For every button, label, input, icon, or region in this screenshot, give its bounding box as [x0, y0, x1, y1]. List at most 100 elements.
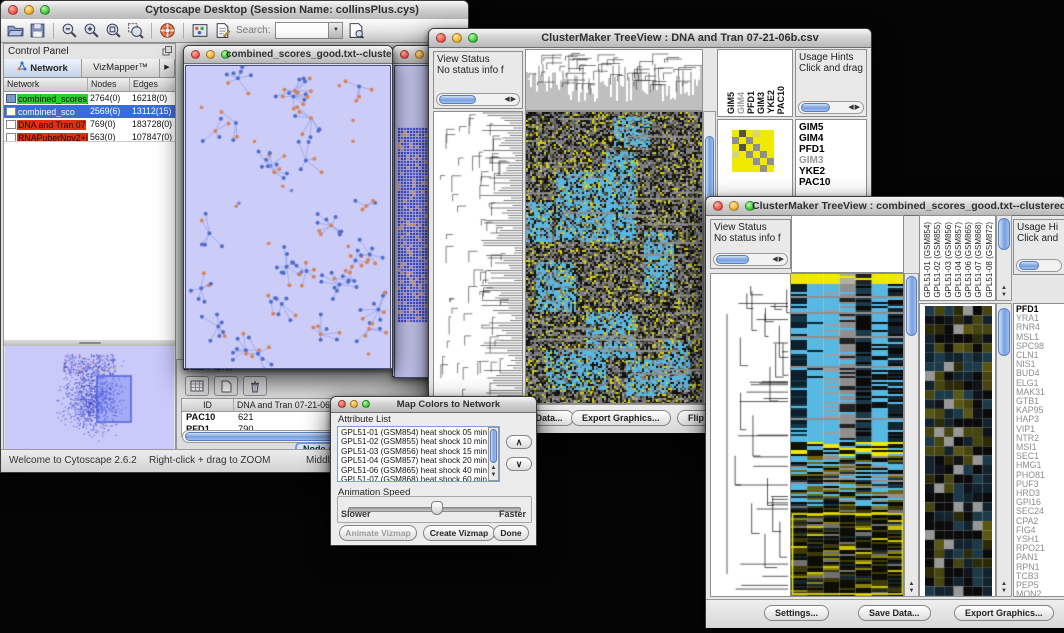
- view-status-hscrollbar[interactable]: ◀▶: [436, 93, 520, 106]
- network-tree-row[interactable]: DNA and Tran 07769(0)183728(0): [4, 118, 175, 131]
- birdseye-view[interactable]: [5, 346, 174, 449]
- tv1-similarity-matrix[interactable]: [732, 130, 792, 172]
- tv2-gene-label[interactable]: PUF3: [1016, 480, 1062, 489]
- zoom-in-icon[interactable]: [83, 22, 100, 39]
- attribute-list-item[interactable]: GPL51-07 (GSM868) heat shock 60 min: [339, 475, 487, 482]
- tv2-gene-label[interactable]: YRA1: [1016, 314, 1062, 323]
- network1-titlebar[interactable]: combined_scores_good.txt--cluste...: [184, 46, 392, 64]
- tv2-gene-label[interactable]: PHO81: [1016, 471, 1062, 480]
- tv2-gene-label[interactable]: VIP1: [1016, 425, 1062, 434]
- tv1-column-dendrogram[interactable]: [525, 49, 703, 111]
- export-graphics-button[interactable]: Export Graphics...: [954, 605, 1054, 621]
- usage-hints-hscrollbar[interactable]: [1016, 259, 1062, 272]
- move-down-button[interactable]: ∨: [506, 457, 532, 471]
- attribute-list-item[interactable]: GPL51-02 (GSM855) heat shock 10 min: [339, 437, 487, 446]
- tv2-gene-label[interactable]: SPC98: [1016, 342, 1062, 351]
- vizmapper-icon[interactable]: [191, 22, 209, 39]
- attribute-list-item[interactable]: GPL51-03 (GSM856) heat shock 15 min: [339, 447, 487, 456]
- search-options-icon[interactable]: [348, 22, 365, 39]
- attribute-list-item[interactable]: GPL51-01 (GSM854) heat shock 05 min: [339, 428, 487, 437]
- tab-network[interactable]: Network: [4, 59, 82, 77]
- search-input[interactable]: ▼: [275, 22, 343, 39]
- tv2-gene-label[interactable]: PAN1: [1016, 553, 1062, 562]
- tv2-gene-label[interactable]: SEC24: [1016, 507, 1062, 516]
- network-tree-row[interactable]: combined_scores_2764(0)16218(0): [4, 92, 175, 105]
- tv1-gene-label[interactable]: YKE2: [799, 166, 863, 177]
- tv2-row-dendrogram[interactable]: [710, 273, 791, 597]
- tv2-gene-label[interactable]: CLN1: [1016, 351, 1062, 360]
- tv2-gene-label[interactable]: MSI1: [1016, 443, 1062, 452]
- tv2-gene-label[interactable]: HAP3: [1016, 415, 1062, 424]
- attribute-list-vscrollbar[interactable]: ▲▼: [488, 427, 499, 481]
- animate-vizmap-button[interactable]: Animate Vizmap: [339, 525, 417, 541]
- main-titlebar[interactable]: Cytoscape Desktop (Session Name: collins…: [1, 1, 468, 20]
- attribute-list-item[interactable]: GPL51-06 (GSM865) heat shock 40 min: [339, 466, 487, 475]
- usage-hints-hscrollbar[interactable]: ◀▶: [798, 101, 864, 114]
- network-tree-row[interactable]: combined_sco2569(6)13112(15): [4, 105, 175, 118]
- tv1-gene-label[interactable]: GIM3: [799, 155, 863, 166]
- tv2-gene-label[interactable]: FIG4: [1016, 526, 1062, 535]
- tv2-heatmap-canvas[interactable]: [791, 274, 904, 597]
- tv2-gene-label[interactable]: MAK31: [1016, 388, 1062, 397]
- tv1-gene-label[interactable]: GIM5: [799, 122, 863, 133]
- treeview1-titlebar[interactable]: ClusterMaker TreeView : DNA and Tran 07-…: [429, 29, 871, 48]
- tv2-gene-label[interactable]: GTB1: [1016, 397, 1062, 406]
- network1-canvas[interactable]: [185, 65, 391, 369]
- animation-slider-thumb[interactable]: [431, 501, 443, 515]
- new-attribute-icon[interactable]: [214, 376, 238, 396]
- save-icon[interactable]: [29, 22, 46, 39]
- minimize-button[interactable]: [415, 50, 424, 59]
- tab-vizmapper[interactable]: VizMapper™: [82, 59, 160, 77]
- tv2-gene-label[interactable]: RPN1: [1016, 563, 1062, 572]
- tv2-gene-label[interactable]: SEC1: [1016, 452, 1062, 461]
- save-data-button[interactable]: Save Data...: [858, 605, 931, 621]
- treeview2-titlebar[interactable]: ClusterMaker TreeView : combined_scores_…: [706, 197, 1064, 216]
- tv1-gene-label[interactable]: GIM4: [799, 133, 863, 144]
- zoom-fit-icon[interactable]: [105, 22, 122, 39]
- tv2-gene-label[interactable]: NTR2: [1016, 434, 1062, 443]
- float-panel-icon[interactable]: [162, 46, 172, 59]
- tv1-column-dendrogram-canvas[interactable]: [526, 50, 702, 110]
- tv2-heatmap-vscrollbar[interactable]: ▲▼: [904, 273, 919, 597]
- tv2-gene-label[interactable]: MON2: [1016, 590, 1062, 597]
- tv2-labels-vscrollbar[interactable]: ▲▼: [996, 215, 1012, 301]
- tv2-gene-label[interactable]: RNR4: [1016, 323, 1062, 332]
- tv1-row-dendrogram[interactable]: [433, 111, 523, 404]
- tv2-gene-label[interactable]: PFD1: [1016, 305, 1062, 314]
- done-button[interactable]: Done: [493, 525, 529, 541]
- tv2-gene-label[interactable]: RPO21: [1016, 544, 1062, 553]
- tv1-heatmap-canvas[interactable]: [526, 112, 702, 403]
- open-file-icon[interactable]: [7, 22, 24, 39]
- zoom-selected-icon[interactable]: [127, 22, 144, 39]
- view-status-hscrollbar[interactable]: ◀▶: [713, 253, 788, 266]
- dialog-titlebar[interactable]: Map Colors to Network: [331, 397, 536, 413]
- annotation-icon[interactable]: [214, 22, 231, 39]
- attribute-table-icon[interactable]: [185, 376, 209, 396]
- tv2-zoom-heatmap-canvas[interactable]: [925, 306, 992, 596]
- move-up-button[interactable]: ∧: [506, 435, 532, 449]
- tv2-gene-label[interactable]: HRD3: [1016, 489, 1062, 498]
- tv2-gene-label[interactable]: KAP95: [1016, 406, 1062, 415]
- attribute-list[interactable]: GPL51-01 (GSM854) heat shock 05 minGPL51…: [337, 426, 500, 482]
- zoom-out-icon[interactable]: [61, 22, 78, 39]
- tv2-gene-label[interactable]: NIS1: [1016, 360, 1062, 369]
- help-lifesaver-icon[interactable]: [159, 22, 176, 39]
- tv1-row-dendrogram-canvas[interactable]: [434, 112, 522, 403]
- delete-attribute-trash-icon[interactable]: [243, 376, 267, 396]
- tv2-gene-label[interactable]: PEP5: [1016, 581, 1062, 590]
- attribute-list-item[interactable]: GPL51-04 (GSM857) heat shock 20 min: [339, 456, 487, 465]
- tv2-gene-label[interactable]: MSL1: [1016, 333, 1062, 342]
- tv2-gene-label[interactable]: YSH1: [1016, 535, 1062, 544]
- close-button[interactable]: [400, 50, 409, 59]
- tv1-heatmap[interactable]: [525, 111, 703, 404]
- tv2-zoom-vscrollbar[interactable]: ▲▼: [996, 303, 1012, 597]
- tv2-gene-label[interactable]: TCB3: [1016, 572, 1062, 581]
- tv2-gene-label[interactable]: ELG1: [1016, 379, 1062, 388]
- tv2-heatmap[interactable]: [791, 273, 904, 597]
- tv1-gene-label[interactable]: PAC10: [799, 177, 863, 188]
- tv1-gene-label[interactable]: PFD1: [799, 144, 863, 155]
- birdseye-canvas[interactable]: [5, 346, 174, 449]
- settings-button[interactable]: Settings...: [764, 605, 829, 621]
- tv2-gene-label[interactable]: BUD4: [1016, 369, 1062, 378]
- tv2-row-dendrogram-canvas[interactable]: [711, 274, 790, 596]
